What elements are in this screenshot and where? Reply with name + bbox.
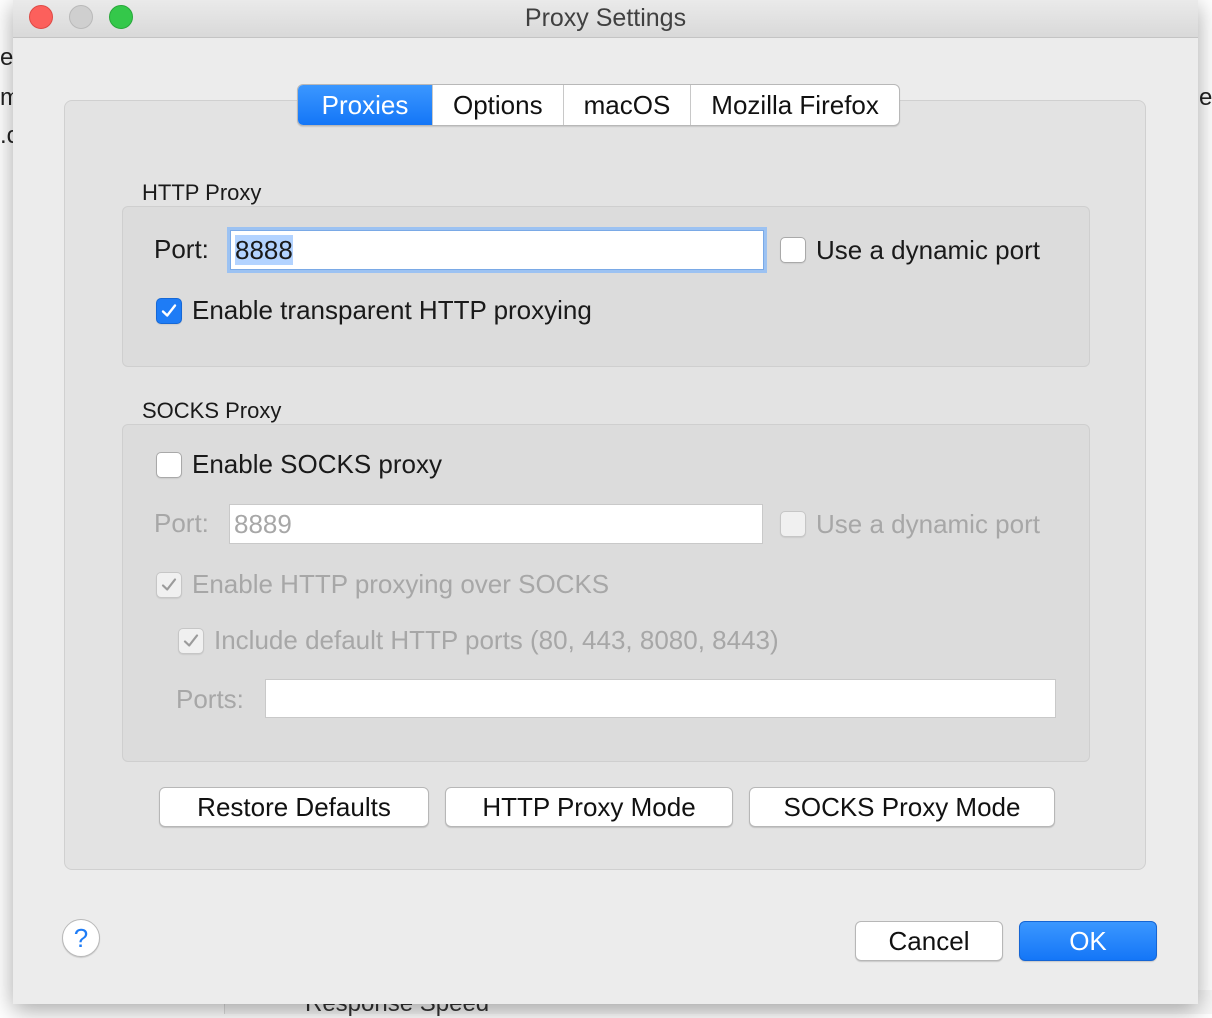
http-proxy-mode-button[interactable]: HTTP Proxy Mode [445,787,733,827]
socks-dynamic-port-checkbox[interactable] [780,511,806,537]
title-bar: Proxy Settings [13,0,1198,38]
proxy-settings-dialog: Proxy Settings Proxies Options macOS Moz… [13,0,1198,1004]
tab-macos[interactable]: macOS [564,85,692,125]
include-default-ports-checkbox[interactable] [178,628,204,654]
background-text-fragment: e [1199,84,1212,111]
cancel-button[interactable]: Cancel [855,921,1003,961]
http-dynamic-port-checkbox[interactable] [780,237,806,263]
http-port-label: Port: [154,234,209,264]
help-button[interactable]: ? [62,919,100,957]
socks-proxy-section-label: SOCKS Proxy [142,398,282,423]
enable-socks-label: Enable SOCKS proxy [192,449,443,479]
http-over-socks-label: Enable HTTP proxying over SOCKS [192,569,610,599]
ports-label: Ports: [176,684,244,714]
checkmark-icon [161,304,177,317]
checkmark-icon [161,578,177,591]
socks-dynamic-port-label: Use a dynamic port [816,509,1040,539]
http-over-socks-checkbox[interactable] [156,572,182,598]
transparent-proxying-label: Enable transparent HTTP proxying [192,295,592,325]
socks-port-label: Port: [154,508,209,538]
window-title: Proxy Settings [524,4,687,32]
ok-button[interactable]: OK [1019,921,1157,961]
tab-options[interactable]: Options [433,85,564,125]
checkmark-icon [183,634,199,647]
tab-proxies[interactable]: Proxies [298,85,433,125]
http-dynamic-port-label: Use a dynamic port [816,235,1040,265]
tab-bar: Proxies Options macOS Mozilla Firefox [297,84,900,126]
socks-port-input[interactable]: 8889 [229,504,763,544]
http-port-value: 8888 [235,235,293,265]
restore-defaults-button[interactable]: Restore Defaults [159,787,429,827]
include-default-ports-label: Include default HTTP ports (80, 443, 808… [214,625,779,655]
http-port-input[interactable]: 8888 [230,230,764,270]
http-proxy-section-label: HTTP Proxy [142,180,262,205]
enable-socks-checkbox[interactable] [156,452,182,478]
transparent-proxying-checkbox[interactable] [156,298,182,324]
tab-mozilla-firefox[interactable]: Mozilla Firefox [691,85,899,125]
socks-proxy-mode-button[interactable]: SOCKS Proxy Mode [749,787,1055,827]
ports-input[interactable] [265,679,1056,718]
